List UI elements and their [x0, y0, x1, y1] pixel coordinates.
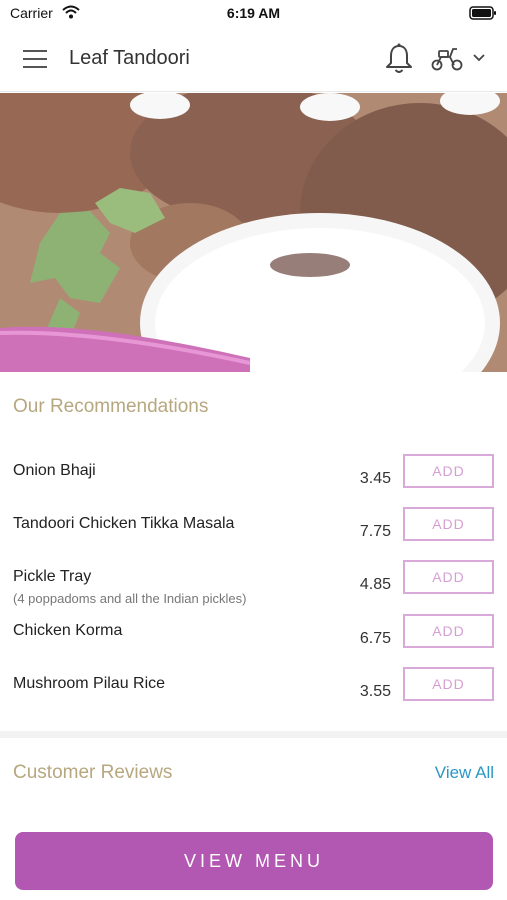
scooter-icon	[431, 48, 463, 71]
item-name: Chicken Korma	[13, 622, 123, 639]
item-description: (4 poppadoms and all the Indian pickles)	[13, 591, 247, 606]
app-header: Leaf Tandoori	[0, 28, 507, 92]
list-item: Pickle Tray (4 poppadoms and all the Ind…	[0, 560, 507, 620]
delivery-mode-dropdown[interactable]	[428, 44, 492, 76]
item-name: Onion Bhaji	[13, 462, 96, 479]
view-all-link[interactable]: View All	[435, 763, 494, 783]
menu-icon[interactable]	[22, 48, 48, 70]
add-button[interactable]: ADD	[403, 614, 494, 648]
page-title: Leaf Tandoori	[69, 47, 190, 69]
add-button[interactable]: ADD	[403, 507, 494, 541]
item-price: 3.45	[359, 470, 391, 487]
battery-icon	[469, 6, 496, 20]
recommendations-heading: Our Recommendations	[13, 396, 209, 417]
item-price: 6.75	[359, 630, 391, 647]
hero-image	[0, 93, 507, 372]
item-name: Mushroom Pilau Rice	[13, 675, 166, 692]
chevron-down-icon	[473, 54, 485, 62]
add-button[interactable]: ADD	[403, 667, 494, 701]
item-price: 3.55	[359, 683, 391, 700]
status-time: 6:19 AM	[226, 5, 281, 21]
item-name: Tandoori Chicken Tikka Masala	[13, 515, 235, 532]
list-item: Mushroom Pilau Rice 3.55 ADD	[0, 667, 507, 727]
reviews-heading: Customer Reviews	[13, 762, 173, 783]
item-name: Pickle Tray	[13, 568, 92, 585]
status-bar: Carrier 6:19 AM	[0, 0, 507, 28]
bell-icon[interactable]	[384, 42, 414, 76]
section-divider	[0, 731, 507, 738]
item-price: 4.85	[359, 576, 391, 593]
add-button[interactable]: ADD	[403, 560, 494, 594]
item-price: 7.75	[359, 523, 391, 540]
add-button[interactable]: ADD	[403, 454, 494, 488]
view-menu-button[interactable]: VIEW MENU	[15, 832, 493, 890]
